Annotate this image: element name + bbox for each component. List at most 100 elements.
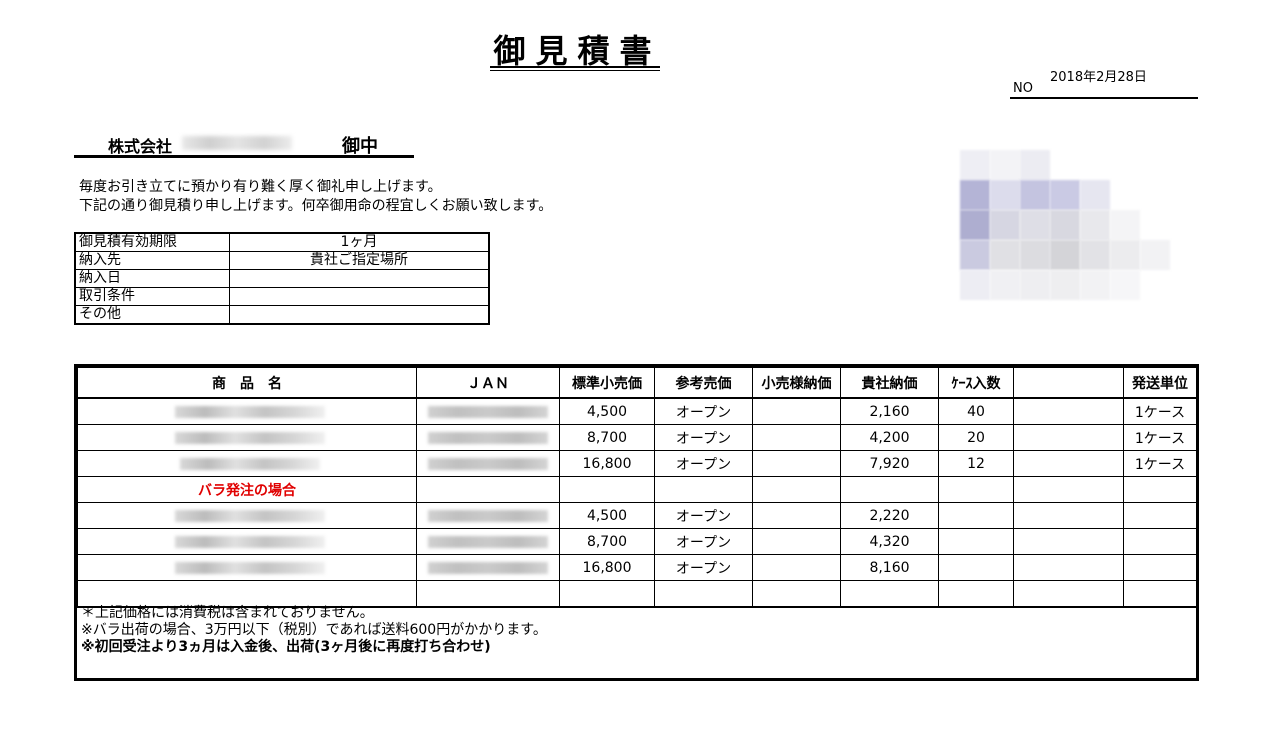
- notes: ＊上記価格には消費税は含まれておりません。 ※バラ出荷の場合、3万円以下（税別）…: [81, 605, 547, 656]
- cell-your-price: 4,200: [840, 424, 939, 451]
- product-name-redacted: [77, 502, 417, 529]
- bara-section-row: バラ発注の場合: [77, 476, 1197, 503]
- issue-date: 2018年2月28日: [1050, 70, 1147, 85]
- cell-case-quantity: [938, 502, 1014, 529]
- cell-retailer-price: [752, 528, 841, 555]
- terms-row: その他: [74, 305, 490, 325]
- jan-redacted: [416, 450, 560, 477]
- term-value: [229, 269, 490, 288]
- cell-reference-price: オープン: [654, 424, 753, 451]
- items-table: 商 品 名 ＪＡＮ 標準小売価 参考売価 小売様納価 貴社納価 ｹｰｽ入数 発送…: [77, 367, 1197, 608]
- table-row: 16,800 オープン 7,920 12 1ケース: [77, 450, 1197, 477]
- cell-reference-price: オープン: [654, 397, 753, 425]
- term-value: 1ヶ月: [229, 232, 490, 252]
- term-label: 納入日: [74, 269, 230, 288]
- table-row: 8,700 オープン 4,320: [77, 528, 1197, 555]
- cell-reference-price: オープン: [654, 528, 753, 555]
- product-name-redacted: [77, 528, 417, 555]
- jan-redacted: [416, 502, 560, 529]
- table-row: 16,800 オープン 8,160: [77, 554, 1197, 581]
- terms-row: 納入先 貴社ご指定場所: [74, 251, 490, 270]
- addressee-name-redacted: [182, 136, 292, 150]
- cell-shipping-unit: 1ケース: [1123, 450, 1197, 477]
- cell-retailer-price: [752, 502, 841, 529]
- term-label: 御見積有効期限: [74, 232, 230, 252]
- bara-order-label: バラ発注の場合: [77, 476, 417, 503]
- note-shipping: ※バラ出荷の場合、3万円以下（税別）であれば送料600円がかかります。: [81, 622, 547, 638]
- header-your-price: 貴社納価: [840, 367, 939, 399]
- cell-blank: [1013, 528, 1124, 555]
- cell-standard-price: 8,700: [559, 528, 655, 555]
- term-value: [229, 305, 490, 325]
- cell-shipping-unit: [1123, 528, 1197, 555]
- term-label: 納入先: [74, 251, 230, 270]
- title-underline-thin: [490, 70, 660, 71]
- header-standard-retail-price: 標準小売価: [559, 367, 655, 399]
- cell-standard-price: 16,800: [559, 450, 655, 477]
- product-name-redacted: [77, 397, 417, 425]
- term-label: その他: [74, 305, 230, 325]
- terms-row: 納入日: [74, 269, 490, 288]
- terms-row: 御見積有効期限 1ヶ月: [74, 232, 490, 252]
- addressee-company-prefix: 株式会社: [108, 137, 173, 156]
- jan-redacted: [416, 397, 560, 425]
- product-name-redacted: [77, 554, 417, 581]
- header-reference-price: 参考売価: [654, 367, 753, 399]
- cell-case-quantity: [938, 554, 1014, 581]
- cell-blank: [1013, 502, 1124, 529]
- cell-your-price: 7,920: [840, 450, 939, 477]
- empty-row: [77, 580, 1197, 608]
- cell-blank: [1013, 397, 1124, 425]
- header-retailer-price: 小売様納価: [752, 367, 841, 399]
- cell-standard-price: 8,700: [559, 424, 655, 451]
- cell-shipping-unit: [1123, 554, 1197, 581]
- jan-redacted: [416, 528, 560, 555]
- cell-reference-price: オープン: [654, 554, 753, 581]
- header-case-quantity: ｹｰｽ入数: [938, 367, 1014, 399]
- terms-row: 取引条件: [74, 287, 490, 306]
- product-name-redacted: [77, 450, 417, 477]
- note-initial-order: ※初回受注より3ヵ月は入金後、出荷(3ヶ月後に再度打ち合わせ): [81, 639, 491, 655]
- cell-retailer-price: [752, 554, 841, 581]
- cell-case-quantity: [938, 528, 1014, 555]
- header-blank: [1013, 367, 1124, 399]
- term-label: 取引条件: [74, 287, 230, 306]
- addressee-underline: [74, 155, 414, 158]
- cell-standard-price: 4,500: [559, 502, 655, 529]
- cell-blank: [1013, 424, 1124, 451]
- cell-shipping-unit: 1ケース: [1123, 424, 1197, 451]
- header-product-name: 商 品 名: [77, 367, 417, 399]
- title-underline: [490, 66, 660, 68]
- greeting-line-2: 下記の通り御見積り申し上げます。何卒御用命の程宜しくお願い致します。: [79, 198, 553, 214]
- table-row: 4,500 オープン 2,160 40 1ケース: [77, 397, 1197, 425]
- cell-case-quantity: 12: [938, 450, 1014, 477]
- cell-your-price: 4,320: [840, 528, 939, 555]
- greeting-line-1: 毎度お引き立てに預かり有り難く厚く御礼申し上げます。: [79, 179, 442, 195]
- term-value: 貴社ご指定場所: [229, 251, 490, 270]
- terms-table: 御見積有効期限 1ヶ月 納入先 貴社ご指定場所 納入日 取引条件 その他: [74, 232, 490, 325]
- cell-shipping-unit: [1123, 502, 1197, 529]
- company-stamp-redacted: [960, 150, 1200, 300]
- product-name-redacted: [77, 424, 417, 451]
- cell-reference-price: オープン: [654, 450, 753, 477]
- items-header-row: 商 品 名 ＪＡＮ 標準小売価 参考売価 小売様納価 貴社納価 ｹｰｽ入数 発送…: [77, 367, 1197, 399]
- cell-standard-price: 16,800: [559, 554, 655, 581]
- cell-case-quantity: 20: [938, 424, 1014, 451]
- header-shipping-unit: 発送単位: [1123, 367, 1197, 399]
- cell-shipping-unit: 1ケース: [1123, 397, 1197, 425]
- number-date-underline: [1010, 97, 1198, 99]
- cell-blank: [1013, 450, 1124, 477]
- quotation-items-block: 商 品 名 ＪＡＮ 標準小売価 参考売価 小売様納価 貴社納価 ｹｰｽ入数 発送…: [74, 364, 1199, 681]
- table-row: 4,500 オープン 2,220: [77, 502, 1197, 529]
- cell-blank: [1013, 554, 1124, 581]
- table-row: 8,700 オープン 4,200 20 1ケース: [77, 424, 1197, 451]
- jan-redacted: [416, 424, 560, 451]
- header-jan: ＪＡＮ: [416, 367, 560, 399]
- cell-retailer-price: [752, 450, 841, 477]
- cell-standard-price: 4,500: [559, 397, 655, 425]
- cell-case-quantity: 40: [938, 397, 1014, 425]
- jan-redacted: [416, 554, 560, 581]
- cell-your-price: 2,220: [840, 502, 939, 529]
- cell-your-price: 2,160: [840, 397, 939, 425]
- cell-retailer-price: [752, 424, 841, 451]
